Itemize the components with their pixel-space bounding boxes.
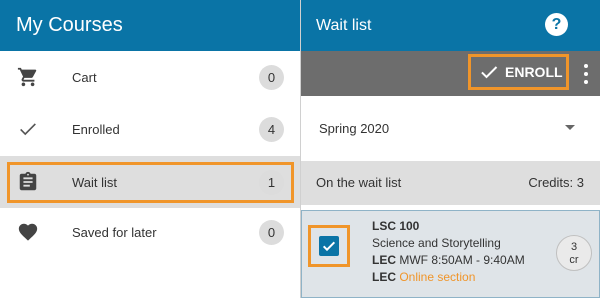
credit-badge: 3 cr	[556, 235, 592, 271]
enroll-button[interactable]: ENROLL	[468, 54, 569, 90]
nav-item-enrolled[interactable]: Enrolled 4	[0, 103, 300, 155]
caret-down-icon	[565, 125, 575, 130]
count-badge: 0	[259, 64, 284, 90]
meeting-type: LEC	[372, 253, 396, 267]
section-title: On the wait list	[316, 175, 402, 190]
credit-value: 3	[570, 241, 578, 253]
nav-item-label: Cart	[72, 69, 97, 85]
checkbox-highlight	[308, 225, 350, 267]
course-card[interactable]: LSC 100 Science and Storytelling LEC MWF…	[301, 210, 600, 298]
check-icon	[16, 117, 40, 141]
term-select[interactable]: Spring 2020	[301, 110, 600, 148]
count-badge: 0	[259, 219, 284, 245]
online-section-link[interactable]: Online section	[399, 270, 475, 284]
enroll-label: ENROLL	[505, 64, 563, 80]
wait-list-section-header: On the wait list Credits: 3	[301, 161, 600, 205]
my-courses-header: My Courses	[0, 0, 300, 51]
course-name: Science and Storytelling	[372, 236, 501, 250]
meeting-line: LEC MWF 8:50AM - 9:40AM	[372, 252, 525, 269]
nav-item-cart[interactable]: Cart 0	[0, 51, 300, 103]
course-code: LSC 100	[372, 219, 420, 233]
clipboard-icon	[16, 170, 40, 194]
cart-icon	[16, 65, 40, 89]
action-toolbar: ENROLL	[301, 51, 600, 96]
count-badge: 1	[259, 169, 284, 195]
course-checkbox[interactable]	[319, 236, 339, 256]
credits-total: Credits: 3	[528, 175, 584, 190]
my-courses-panel: My Courses Cart 0 Enrolled 4 Wait list 1…	[0, 0, 301, 298]
nav-item-label: Wait list	[72, 174, 118, 190]
nav-item-label: Saved for later	[72, 224, 157, 240]
meeting-time: MWF 8:50AM - 9:40AM	[399, 253, 525, 267]
heart-icon	[16, 220, 40, 244]
panel-title: Wait list	[316, 16, 372, 34]
more-options-icon[interactable]	[583, 64, 589, 84]
term-value: Spring 2020	[319, 121, 390, 136]
count-badge: 4	[259, 116, 284, 142]
check-icon	[481, 66, 498, 79]
wait-list-panel: Wait list ? ENROLL Spring 2020 On the wa…	[301, 0, 600, 298]
wait-list-header: Wait list ?	[301, 0, 600, 51]
course-info: LSC 100 Science and Storytelling LEC MWF…	[372, 218, 525, 286]
help-icon[interactable]: ?	[545, 13, 568, 36]
section-type: LEC	[372, 270, 396, 284]
page-title: My Courses	[16, 14, 123, 36]
nav-item-saved-for-later[interactable]: Saved for later 0	[0, 206, 300, 258]
nav-item-label: Enrolled	[72, 121, 120, 137]
credit-unit: cr	[569, 254, 579, 266]
section-line: LEC Online section	[372, 269, 525, 286]
checkmark-icon	[322, 241, 336, 252]
nav-item-wait-list[interactable]: Wait list 1	[0, 156, 300, 208]
